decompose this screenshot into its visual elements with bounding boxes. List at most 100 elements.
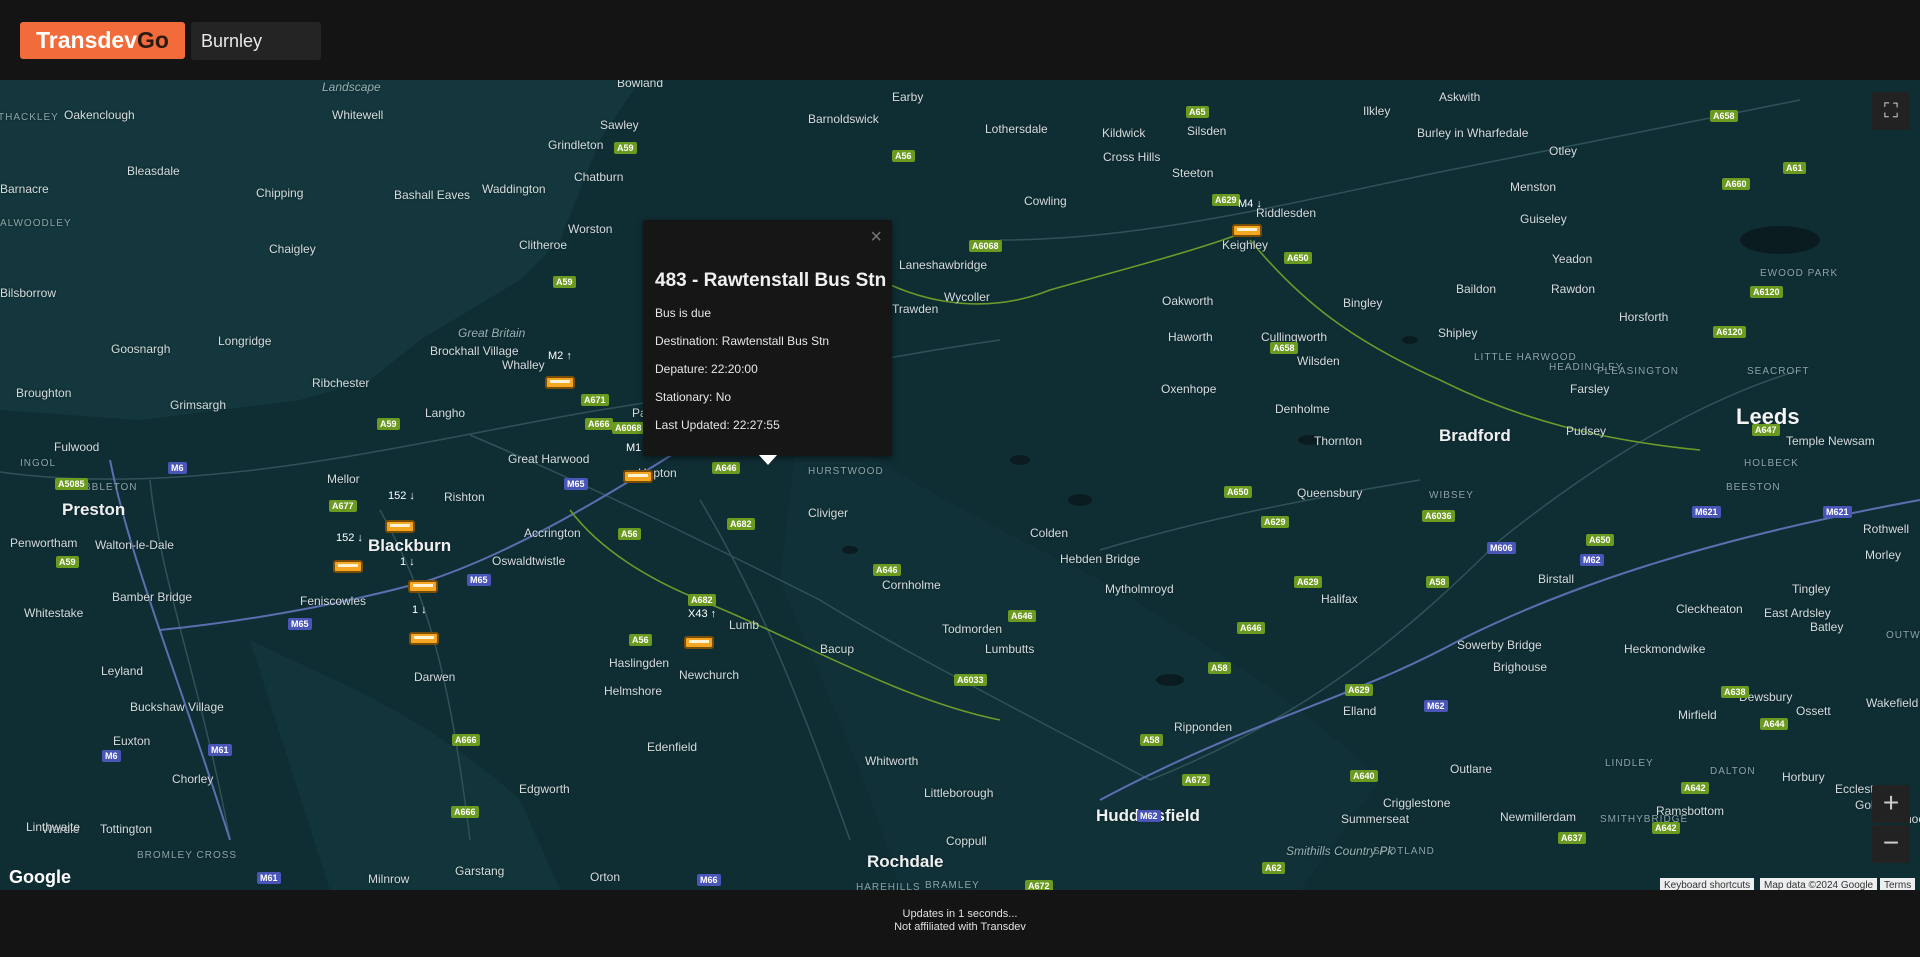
place-label: Newchurch: [679, 668, 740, 682]
place-label: BRAMLEY: [925, 880, 980, 890]
location-search-input[interactable]: Burnley: [191, 22, 321, 60]
road-shield: A58: [1140, 734, 1163, 746]
place-label: Helmshore: [604, 684, 663, 698]
place-label: THACKLEY: [0, 112, 59, 123]
place-label: Buckshaw Village: [130, 700, 224, 714]
place-label: Oakworth: [1162, 294, 1214, 308]
place-label: Waddington: [482, 182, 546, 196]
bus-marker[interactable]: [545, 376, 575, 389]
place-label: Longridge: [218, 334, 272, 348]
place-label: Farsley: [1570, 382, 1610, 396]
bus-route-label: 1 ↓: [400, 556, 415, 568]
road-shield: A56: [892, 150, 915, 162]
place-label: Steeton: [1172, 166, 1214, 180]
google-logo[interactable]: Google: [9, 867, 71, 888]
place-label: Queensbury: [1297, 486, 1363, 500]
place-label: Orton: [590, 870, 621, 884]
place-label: Askwith: [1439, 90, 1481, 104]
place-label: Crigglestone: [1383, 796, 1451, 810]
road-shield: A646: [712, 462, 740, 474]
bus-marker[interactable]: [623, 470, 653, 483]
road-shield: M6: [168, 462, 187, 474]
place-label: Tingley: [1792, 582, 1831, 596]
road-shield: M65: [467, 574, 491, 586]
road-shield: M62: [1580, 554, 1604, 566]
bus-marker[interactable]: [333, 560, 363, 573]
road-shield: A642: [1652, 822, 1680, 834]
place-label: Silsden: [1187, 124, 1227, 138]
brand-accent: Go: [137, 27, 169, 53]
place-label: Barnacre: [0, 182, 49, 196]
app-footer: Updates in 1 seconds... Not affiliated w…: [0, 890, 1920, 957]
place-label: Darwen: [414, 670, 456, 684]
place-label: LINDLEY: [1605, 758, 1654, 769]
place-label: Grindleton: [548, 138, 604, 152]
bus-marker[interactable]: [385, 520, 415, 533]
update-countdown: Updates in 1 seconds...: [902, 908, 1018, 920]
road-shield: M61: [257, 872, 281, 884]
place-label: Elland: [1343, 704, 1377, 718]
place-label: Colden: [1030, 526, 1069, 540]
place-label: Cornholme: [882, 578, 941, 592]
place-label: Birstall: [1538, 572, 1575, 586]
place-label: Landscape: [322, 80, 381, 94]
place-label: Rawdon: [1551, 282, 1596, 296]
place-label: Bashall Eaves: [394, 188, 471, 202]
map-canvas[interactable]: Landscape Bowland Earby Askwith Ilkley Oakenc…: [0, 80, 1920, 890]
road-shield: A658: [1710, 110, 1738, 122]
road-shield: A6033: [954, 674, 987, 686]
zoom-in-button[interactable]: +: [1872, 785, 1910, 823]
place-label: Milnrow: [368, 872, 410, 886]
place-label: Cross Hills: [1103, 150, 1161, 164]
bus-route-label: 152 ↓: [336, 532, 363, 544]
road-shield: A629: [1212, 194, 1240, 206]
road-shield: A672: [1025, 880, 1053, 890]
place-label: Chatburn: [574, 170, 624, 184]
road-shield: A58: [1208, 662, 1231, 674]
place-label: Coppull: [946, 834, 987, 848]
place-label: Whitworth: [865, 754, 919, 768]
close-icon[interactable]: ×: [870, 226, 882, 249]
road-shield: A682: [688, 594, 716, 606]
bus-marker[interactable]: [684, 636, 714, 649]
bus-marker[interactable]: [1232, 224, 1262, 237]
place-label: DALTON: [1710, 766, 1756, 777]
transdevgo-logo[interactable]: TransdevGo: [20, 22, 185, 59]
road-shield: A58: [1426, 576, 1449, 588]
place-label: Goosnargh: [111, 342, 171, 356]
place-label: Lothersdale: [985, 122, 1048, 136]
departure-text: Depature: 22:20:00: [655, 362, 758, 376]
place-label: OUTWOOD: [1886, 630, 1920, 641]
place-label: Horbury: [1782, 770, 1825, 784]
place-label: Newmillerdam: [1500, 810, 1577, 824]
place-label: Worston: [568, 222, 613, 236]
place-label: Guiseley: [1520, 212, 1567, 226]
place-label: Blackburn: [368, 536, 452, 555]
road-shield: A642: [1681, 782, 1709, 794]
place-label: Leyland: [101, 664, 144, 678]
bus-route-label: 1 ↓: [412, 604, 427, 616]
zoom-out-button[interactable]: −: [1872, 825, 1910, 863]
popup-pointer: [759, 455, 777, 465]
place-label: Edgworth: [519, 782, 570, 796]
place-label: Edenfield: [647, 740, 698, 754]
place-label: Bilsborrow: [0, 286, 57, 300]
road-shield: A6036: [1422, 510, 1455, 522]
destination-text: Destination: Rawtenstall Bus Stn: [655, 334, 830, 348]
road-shield: A629: [1261, 516, 1289, 528]
place-label: Rothwell: [1863, 522, 1910, 536]
place-label: Menston: [1510, 180, 1557, 194]
road-shield: A658: [1270, 342, 1298, 354]
place-label: Sawley: [600, 118, 639, 132]
road-shield: A56: [629, 634, 652, 646]
place-label: HURSTWOOD: [808, 466, 884, 477]
bus-marker[interactable]: [409, 632, 439, 645]
bus-route-label: M2 ↑: [548, 350, 572, 362]
app-header: TransdevGo Burnley: [0, 0, 1920, 81]
place-label: Laneshawbridge: [899, 258, 988, 272]
bus-marker[interactable]: [408, 580, 438, 593]
place-label: Heckmondwike: [1624, 642, 1706, 656]
place-label: Todmorden: [942, 622, 1003, 636]
place-label: Lumbutts: [985, 642, 1035, 656]
fullscreen-button[interactable]: ⛶: [1872, 92, 1910, 130]
